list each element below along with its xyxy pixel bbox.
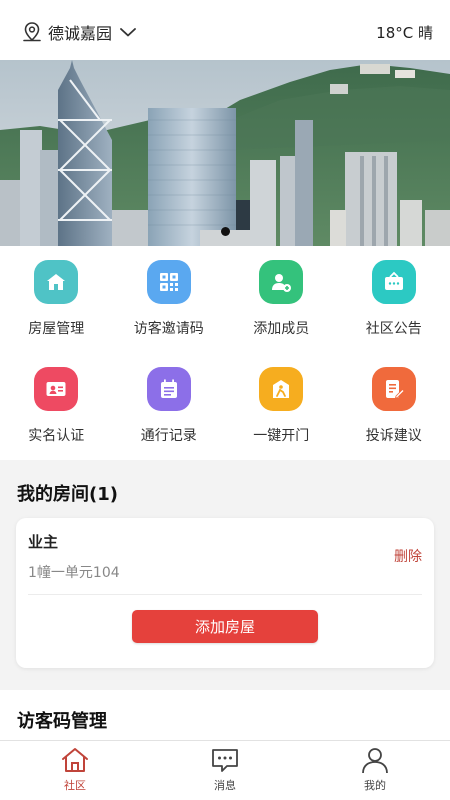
home-icon [62, 748, 88, 772]
tab-label: 消息 [214, 779, 236, 792]
notice-icon [371, 260, 416, 304]
action-house-management[interactable]: 房屋管理 [0, 246, 113, 353]
action-access-records[interactable]: 通行记录 [113, 353, 226, 460]
house-icon [34, 260, 79, 304]
card-divider [28, 594, 422, 595]
action-label: 社区公告 [365, 321, 422, 337]
action-real-name-auth[interactable]: 实名认证 [0, 353, 113, 460]
quick-actions-grid: 房屋管理 访客邀请码 添加成员 社区公告 实名认证 通行记录 一键开门 投诉建议 [0, 246, 450, 460]
room-card: 业主 1幢一单元104 删除 添加房屋 [16, 518, 434, 668]
action-label: 访客邀请码 [133, 321, 204, 337]
tab-community[interactable]: 社区 [0, 741, 150, 800]
action-label: 添加成员 [253, 321, 310, 337]
door-open-icon [259, 367, 304, 411]
chevron-down-icon [120, 28, 136, 37]
action-complaint-suggestion[interactable]: 投诉建议 [338, 353, 450, 460]
action-label: 通行记录 [140, 428, 197, 444]
tab-label: 社区 [64, 779, 86, 792]
banner-carousel[interactable] [0, 60, 450, 246]
action-one-key-open-door[interactable]: 一键开门 [225, 353, 338, 460]
top-header: 德诚嘉园 18°C 晴 [0, 0, 450, 60]
location-pin-icon [23, 22, 41, 42]
action-visitor-invite-code[interactable]: 访客邀请码 [113, 246, 226, 353]
add-member-icon [259, 260, 304, 304]
my-rooms-title: 我的房间(1) [17, 484, 118, 505]
calendar-list-icon [146, 367, 191, 411]
qr-code-icon [146, 260, 191, 304]
action-label: 投诉建议 [365, 428, 422, 444]
weather-info: 18°C 晴 [376, 24, 433, 42]
tab-messages[interactable]: 消息 [150, 741, 300, 800]
location-selector[interactable]: 德诚嘉园 [22, 18, 136, 46]
visitor-code-title: 访客码管理 [17, 711, 107, 732]
tab-label: 我的 [364, 779, 386, 792]
tab-mine[interactable]: 我的 [300, 741, 450, 800]
carousel-indicator [0, 227, 450, 236]
add-house-button[interactable]: 添加房屋 [132, 610, 318, 643]
city-skyline-image [0, 60, 450, 246]
action-label: 房屋管理 [28, 321, 85, 337]
bottom-tab-bar: 社区 消息 我的 [0, 740, 450, 800]
action-community-notice[interactable]: 社区公告 [338, 246, 450, 353]
section-separator [0, 460, 450, 472]
action-add-member[interactable]: 添加成员 [225, 246, 338, 353]
message-icon [212, 749, 238, 772]
community-name: 德诚嘉园 [48, 24, 113, 43]
carousel-dot-active[interactable] [220, 227, 230, 236]
user-icon [362, 748, 388, 774]
edit-note-icon [371, 367, 416, 411]
room-role: 业主 [28, 533, 59, 551]
delete-room-button[interactable]: 删除 [394, 546, 422, 566]
action-label: 一键开门 [253, 428, 310, 444]
room-address: 1幢一单元104 [28, 565, 120, 581]
action-label: 实名认证 [28, 428, 85, 444]
id-card-icon [34, 367, 79, 411]
